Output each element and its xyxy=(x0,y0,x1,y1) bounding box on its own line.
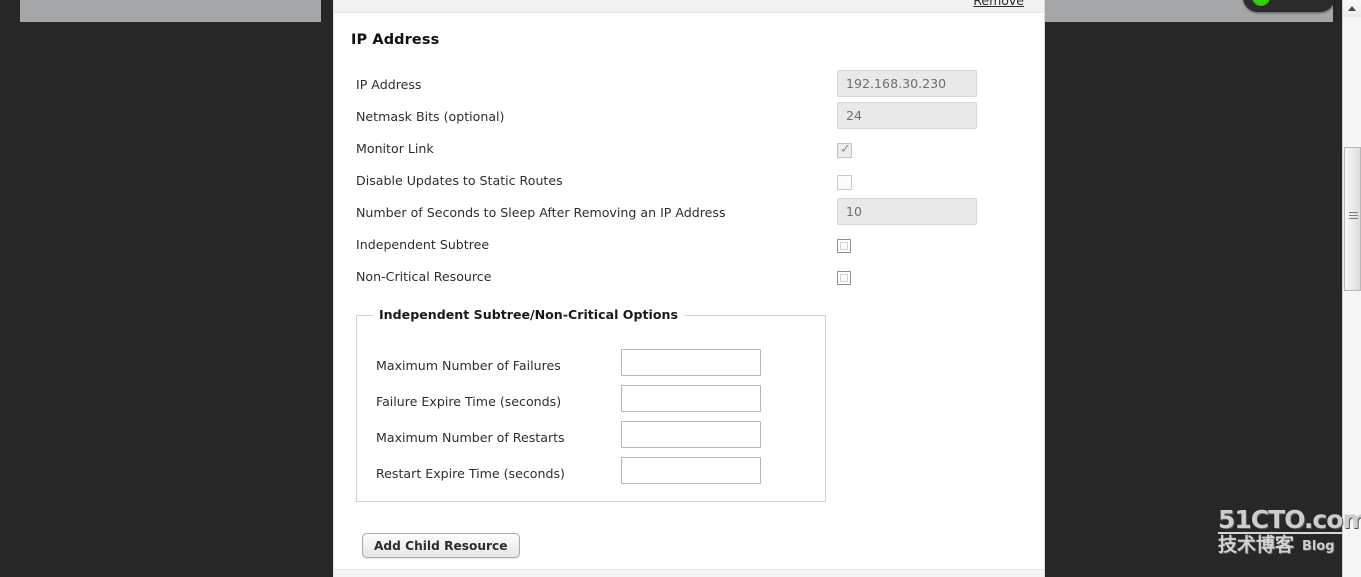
label-failure-expire-time: Failure Expire Time (seconds) xyxy=(376,394,562,409)
scrollbar-grip-icon xyxy=(1349,212,1358,221)
form-row-independent-subtree: Independent Subtree xyxy=(334,230,1044,262)
disable-updates-static-routes-checkbox[interactable] xyxy=(837,175,852,190)
checkmark-icon: ✓ xyxy=(840,142,851,157)
control-non-critical-resource xyxy=(837,262,851,289)
page-title: IP Address xyxy=(351,32,440,48)
independent-subtree-options-fieldset: Independent Subtree/Non-Critical Options… xyxy=(356,307,827,502)
label-max-restarts: Maximum Number of Restarts xyxy=(376,430,565,445)
netmask-bits-input[interactable] xyxy=(837,102,977,129)
form-row-sleep-seconds: Number of Seconds to Sleep After Removin… xyxy=(334,198,1044,230)
watermark: 51CTO.com 技术博客 Blog xyxy=(1218,505,1361,564)
fieldset-row-failure-expire-time: Failure Expire Time (seconds) xyxy=(357,385,827,421)
form-row-non-critical-resource: Non-Critical Resource xyxy=(334,262,1044,294)
browser-content-panel: Remove IP Address IP Address Netmask Bit… xyxy=(333,0,1045,577)
sleep-seconds-input[interactable] xyxy=(837,198,977,225)
label-non-critical-resource: Non-Critical Resource xyxy=(356,269,492,284)
label-max-failures: Maximum Number of Failures xyxy=(376,358,561,373)
ip-address-form: IP Address Netmask Bits (optional) Monit… xyxy=(334,70,1044,294)
form-row-netmask-bits: Netmask Bits (optional) xyxy=(334,102,1044,134)
desktop-background: Remove IP Address IP Address Netmask Bit… xyxy=(0,0,1361,577)
scrollbar-thumb[interactable] xyxy=(1344,147,1361,291)
control-restart-expire-time xyxy=(621,457,761,484)
fieldset-rows: Maximum Number of Failures Failure Expir… xyxy=(357,349,827,493)
watermark-chinese-text: 技术博客 xyxy=(1218,534,1295,556)
add-child-resource-button[interactable]: Add Child Resource xyxy=(362,533,520,558)
label-sleep-seconds: Number of Seconds to Sleep After Removin… xyxy=(356,205,726,220)
form-row-disable-updates-static-routes: Disable Updates to Static Routes xyxy=(334,166,1044,198)
max-restarts-input[interactable] xyxy=(621,421,761,448)
vertical-scrollbar[interactable] xyxy=(1342,0,1361,577)
watermark-second-row: 技术博客 Blog xyxy=(1218,532,1342,555)
scrollbar-track-above-thumb[interactable] xyxy=(1343,17,1361,147)
form-row-ip-address: IP Address xyxy=(334,70,1044,102)
control-failure-expire-time xyxy=(621,385,761,412)
fieldset-row-max-failures: Maximum Number of Failures xyxy=(357,349,827,385)
scrollbar-track-below-thumb[interactable] xyxy=(1343,291,1361,577)
restart-expire-time-input[interactable] xyxy=(621,457,761,484)
status-indicator-pill[interactable] xyxy=(1243,0,1335,12)
scroll-up-arrow-icon[interactable] xyxy=(1343,0,1361,17)
fieldset-row-max-restarts: Maximum Number of Restarts xyxy=(357,421,827,457)
control-max-failures xyxy=(621,349,761,376)
green-status-dot-icon xyxy=(1252,0,1270,6)
bottom-strip xyxy=(334,570,1044,577)
control-disable-updates-static-routes xyxy=(837,166,852,194)
label-restart-expire-time: Restart Expire Time (seconds) xyxy=(376,466,565,481)
failure-expire-time-input[interactable] xyxy=(621,385,761,412)
label-netmask-bits: Netmask Bits (optional) xyxy=(356,109,505,124)
remove-link[interactable]: Remove xyxy=(973,0,1024,8)
control-netmask-bits xyxy=(837,102,977,129)
control-sleep-seconds xyxy=(837,198,977,225)
background-window-left xyxy=(20,0,321,22)
form-row-monitor-link: Monitor Link ✓ xyxy=(334,134,1044,166)
previous-section-footer xyxy=(334,0,1044,13)
independent-subtree-checkbox[interactable] xyxy=(837,239,851,253)
fieldset-row-restart-expire-time: Restart Expire Time (seconds) xyxy=(357,457,827,493)
label-monitor-link: Monitor Link xyxy=(356,141,434,156)
control-independent-subtree xyxy=(837,230,851,257)
label-ip-address: IP Address xyxy=(356,77,422,92)
control-monitor-link: ✓ xyxy=(837,134,852,162)
monitor-link-checkbox[interactable]: ✓ xyxy=(837,142,852,158)
label-disable-updates-static-routes: Disable Updates to Static Routes xyxy=(356,173,563,188)
control-ip-address xyxy=(837,70,977,97)
label-independent-subtree: Independent Subtree xyxy=(356,237,490,252)
non-critical-resource-checkbox[interactable] xyxy=(837,271,851,285)
fieldset-legend: Independent Subtree/Non-Critical Options xyxy=(373,307,684,322)
max-failures-input[interactable] xyxy=(621,349,761,376)
ip-address-input[interactable] xyxy=(837,70,977,97)
watermark-blog-text: Blog xyxy=(1302,539,1335,554)
control-max-restarts xyxy=(621,421,761,448)
watermark-main-text: 51CTO.com xyxy=(1218,505,1361,534)
